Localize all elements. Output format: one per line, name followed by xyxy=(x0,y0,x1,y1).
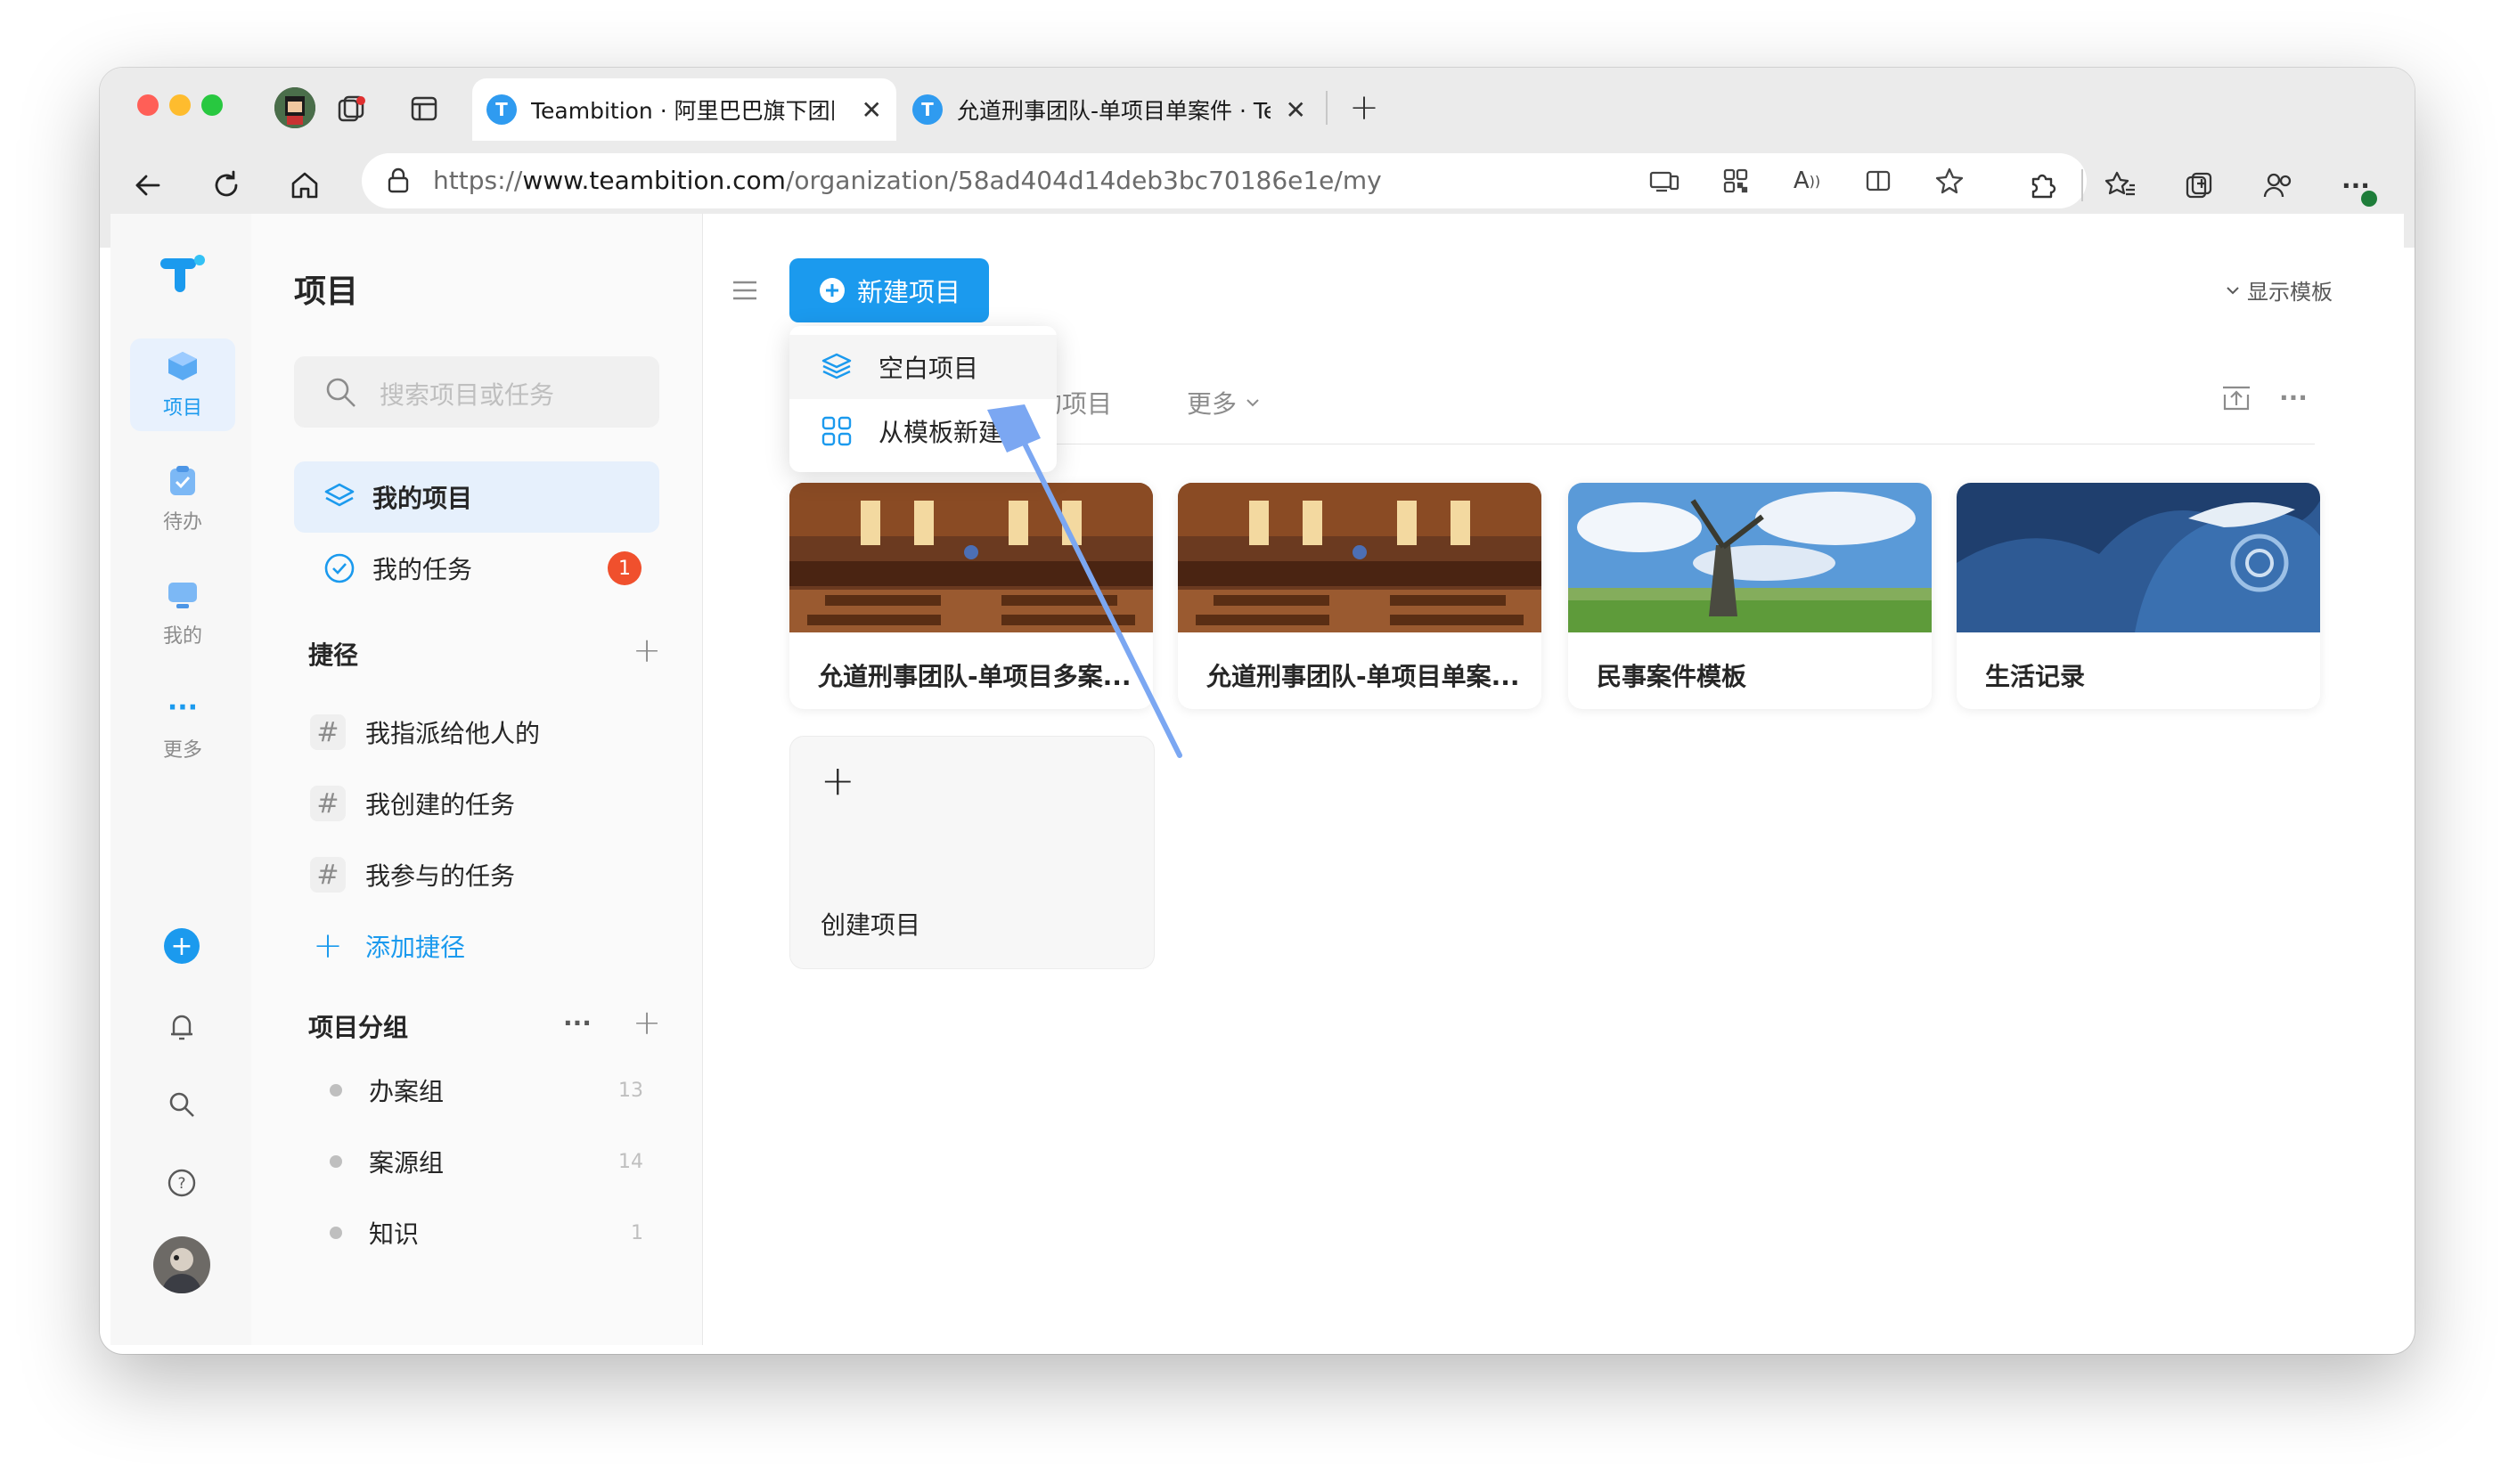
annotation-arrow xyxy=(987,404,1182,758)
